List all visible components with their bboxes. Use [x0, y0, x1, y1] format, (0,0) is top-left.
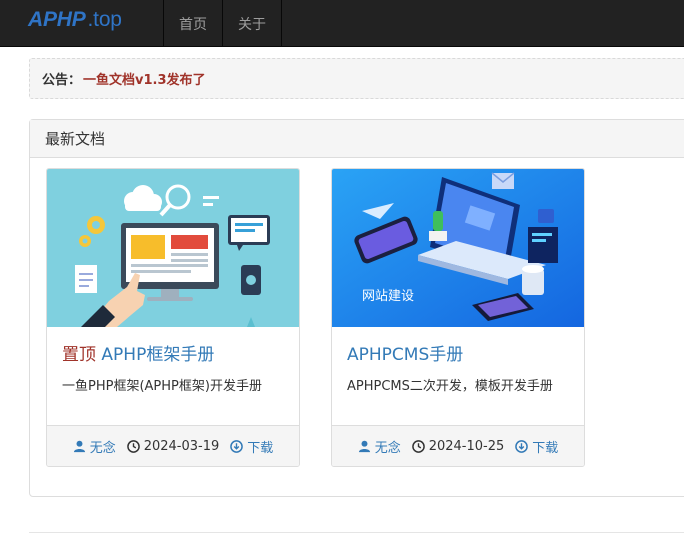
- brand-domain: .top: [87, 8, 122, 31]
- download-icon: [230, 439, 244, 453]
- user-icon: [73, 440, 85, 452]
- doc-card: 置顶 APHP框架手册 一鱼PHP框架(APHP框架)开发手册 无念 2024-…: [46, 168, 300, 467]
- author-name: 无念: [374, 440, 401, 456]
- brand-logo[interactable]: APHP .top: [28, 8, 122, 36]
- author-link[interactable]: 无念: [73, 437, 116, 456]
- doc-description: 一鱼PHP框架(APHP框架)开发手册: [62, 379, 262, 394]
- announcement-label: 公告：: [42, 73, 82, 88]
- download-link[interactable]: 下载: [230, 437, 273, 456]
- doc-meta-bar: 无念 2024-03-19 下载: [47, 425, 299, 466]
- brand-name: APHP: [28, 8, 86, 31]
- latest-docs-panel: 最新文档 置顶 APHP框架手册 一鱼PHP框架(APHP框架)开发手册 无念 …: [29, 119, 684, 497]
- download-link[interactable]: 下载: [515, 437, 558, 456]
- panel-title: 最新文档: [30, 120, 684, 158]
- author-name: 无念: [89, 440, 116, 456]
- clock-icon: [126, 439, 140, 453]
- publish-date: 2024-10-25: [411, 438, 505, 454]
- announcement-bar: 公告： 一鱼文档v1.3发布了: [29, 58, 684, 99]
- author-link[interactable]: 无念: [358, 437, 401, 456]
- doc-thumbnail-image[interactable]: [47, 169, 299, 327]
- date-text: 2024-03-19: [143, 438, 220, 454]
- doc-title-text: APHPCMS手册: [347, 345, 464, 365]
- thumbnail-caption: 网站建设: [362, 289, 414, 304]
- announcement-link[interactable]: 一鱼文档v1.3发布了: [83, 69, 206, 88]
- doc-card: 网站建设 APHPCMS手册 APHPCMS二次开发，模板开发手册 无念 202…: [331, 168, 585, 467]
- nav-item-home[interactable]: 首页: [163, 0, 222, 47]
- doc-title-link[interactable]: APHPCMS手册: [347, 343, 569, 367]
- download-label: 下载: [247, 440, 274, 456]
- top-navbar: APHP .top 首页 关于: [0, 0, 684, 47]
- publish-date: 2024-03-19: [126, 438, 220, 454]
- clock-icon: [411, 439, 425, 453]
- footer-divider: [29, 532, 684, 533]
- doc-thumbnail-image[interactable]: 网站建设: [332, 169, 584, 327]
- download-label: 下载: [532, 440, 559, 456]
- pinned-badge: 置顶: [62, 345, 96, 365]
- date-text: 2024-10-25: [428, 438, 505, 454]
- doc-title-text: APHP框架手册: [101, 345, 215, 365]
- doc-meta-bar: 无念 2024-10-25 下载: [332, 425, 584, 466]
- doc-title-link[interactable]: 置顶 APHP框架手册: [62, 343, 284, 367]
- user-icon: [358, 440, 370, 452]
- download-icon: [515, 439, 529, 453]
- doc-description: APHPCMS二次开发，模板开发手册: [347, 379, 553, 394]
- nav-menu: 首页 关于: [163, 0, 282, 47]
- nav-item-about[interactable]: 关于: [222, 0, 282, 47]
